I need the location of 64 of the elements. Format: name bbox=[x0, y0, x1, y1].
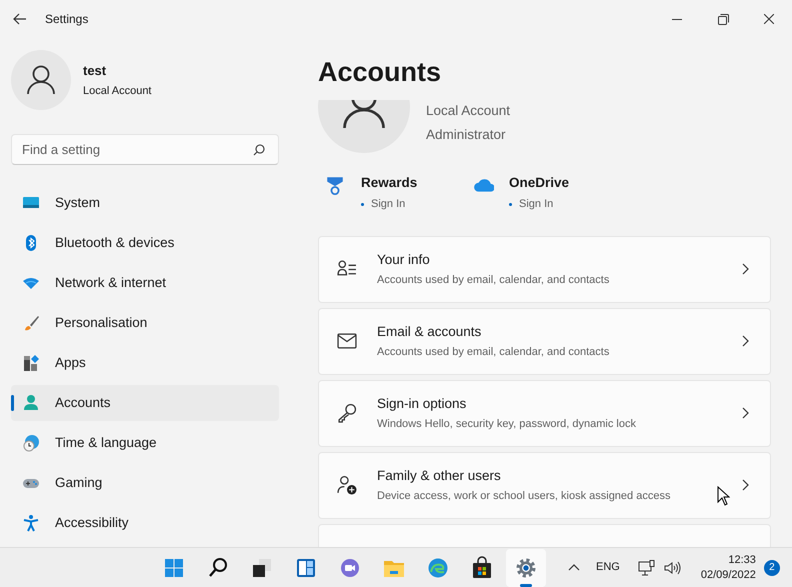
chevron-right-icon bbox=[742, 335, 749, 348]
page-title: Accounts bbox=[318, 56, 442, 89]
globe-clock-icon bbox=[22, 434, 40, 452]
chevron-right-icon bbox=[742, 479, 749, 492]
clock-time: 12:33 bbox=[728, 552, 756, 568]
card-title: Sign-in options bbox=[377, 394, 466, 413]
person-icon bbox=[22, 394, 40, 412]
accessibility-icon bbox=[22, 514, 40, 532]
envelope-icon bbox=[337, 331, 357, 352]
service-name: OneDrive bbox=[509, 174, 570, 192]
nav-item[interactable]: Gaming bbox=[11, 465, 279, 501]
card-description: Device access, work or school users, kiosk assigned access bbox=[377, 489, 670, 504]
paintbrush-icon bbox=[22, 314, 40, 332]
card-title: Family & other users bbox=[377, 466, 501, 485]
search-field[interactable]: Find a setting bbox=[11, 134, 279, 165]
shopping-bag-icon bbox=[470, 556, 494, 580]
person-icon bbox=[27, 65, 55, 95]
nav-item[interactable]: System bbox=[11, 185, 279, 221]
window-title: Settings bbox=[45, 11, 88, 28]
settings-card[interactable]: Family & other users Device access, work or school users, kiosk assigned access bbox=[318, 452, 771, 519]
sign-in-link[interactable]: Sign In bbox=[361, 196, 418, 213]
settings-card[interactable]: Your info Accounts used by email, calendar, and contacts bbox=[318, 236, 771, 303]
close-icon bbox=[764, 14, 774, 24]
network-icon[interactable] bbox=[638, 560, 656, 576]
nav-item[interactable]: Time & language bbox=[11, 425, 279, 461]
search-icon bbox=[253, 144, 265, 156]
medal-icon bbox=[324, 175, 346, 195]
user-name: test bbox=[83, 62, 108, 80]
nav-item[interactable]: Personalisation bbox=[11, 305, 279, 341]
card-title: Your info bbox=[377, 250, 430, 269]
settings-card[interactable]: Sign-in options Windows Hello, security key, password, dynamic lock bbox=[318, 380, 771, 447]
person-add-icon bbox=[337, 475, 357, 496]
profile-detail: Local Account bbox=[426, 102, 510, 120]
chevron-right-icon bbox=[742, 407, 749, 420]
nav-item[interactable]: Apps bbox=[11, 345, 279, 381]
chevron-up-icon[interactable] bbox=[568, 564, 580, 571]
language-indicator[interactable]: ENG bbox=[596, 559, 620, 576]
nav-item[interactable]: Network & internet bbox=[11, 265, 279, 301]
back-arrow-icon bbox=[13, 13, 27, 25]
nav-item[interactable]: Bluetooth & devices bbox=[11, 225, 279, 261]
clock-date: 02/09/2022 bbox=[700, 568, 756, 582]
apps-icon bbox=[22, 354, 40, 372]
restore-icon bbox=[718, 14, 728, 24]
gear-icon bbox=[514, 556, 538, 580]
profile-detail: Administrator bbox=[426, 126, 507, 144]
speaker-icon[interactable] bbox=[664, 560, 681, 574]
sign-in-link[interactable]: Sign In bbox=[509, 196, 570, 213]
key-icon bbox=[337, 403, 357, 424]
settings-card[interactable]: Email & accounts Accounts used by email, calendar, and contacts bbox=[318, 308, 771, 375]
search-icon bbox=[206, 556, 230, 580]
notification-badge[interactable]: 2 bbox=[764, 560, 780, 576]
account-type: Local Account bbox=[83, 84, 152, 98]
nav-item[interactable]: Accounts bbox=[11, 385, 279, 421]
mouse-pointer-icon bbox=[717, 486, 730, 506]
browser-icon bbox=[426, 556, 450, 580]
card-description: Accounts used by email, calendar, and contacts bbox=[377, 345, 610, 360]
card-description: Windows Hello, security key, password, dynamic lock bbox=[377, 417, 636, 432]
minimize-icon bbox=[672, 18, 682, 20]
card-title: Email & accounts bbox=[377, 322, 482, 341]
card-description: Accounts used by email, calendar, and contacts bbox=[377, 273, 610, 288]
chevron-right-icon bbox=[742, 263, 749, 276]
service-name: Rewards bbox=[361, 174, 418, 192]
clock[interactable]: 12:33 02/09/2022 bbox=[700, 552, 756, 582]
nav-item[interactable]: Accessibility bbox=[11, 505, 279, 541]
